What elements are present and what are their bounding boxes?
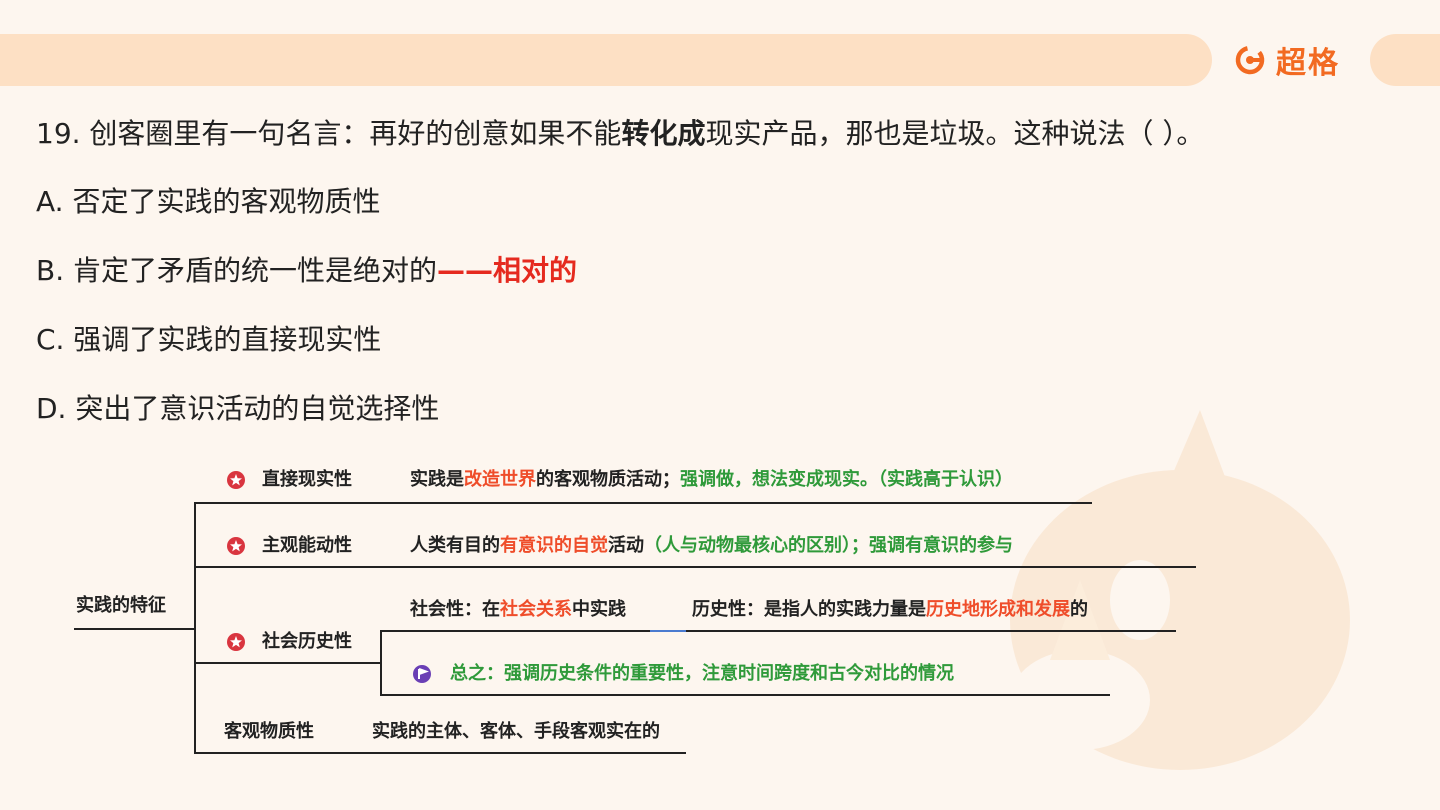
star-badge-icon xyxy=(227,537,245,555)
mindmap-root: 实践的特征 xyxy=(76,595,166,616)
branch-objective-material-detail: 实践的主体、客体、手段客观实在的 xyxy=(372,721,660,742)
brand-logo: 超格 xyxy=(1234,42,1340,81)
sociality-line xyxy=(380,630,1176,632)
branch-direct-reality-detail: 实践是改造世界的客观物质活动；强调做，想法变成现实。（实践高于认识） xyxy=(410,469,1013,490)
branch-objective-material: 客观物质性 xyxy=(224,721,314,742)
branch3-split-line xyxy=(380,630,382,696)
brand-name: 超格 xyxy=(1276,46,1340,81)
branch4-line xyxy=(194,752,686,754)
header-bar xyxy=(0,34,1212,86)
question-suffix: 现实产品，那也是垃圾。这种说法（ ）。 xyxy=(705,117,1205,150)
star-badge-icon xyxy=(227,633,245,651)
practice-mindmap: 实践的特征 直接现实性 实践是改造世界的客观物质活动；强调做，想法变成现实。（实… xyxy=(70,458,1196,760)
connector-highlight xyxy=(650,630,686,632)
option-a[interactable]: A. 否定了实践的客观物质性 xyxy=(36,184,380,220)
summary-flag-icon xyxy=(413,665,431,683)
header-bar-right xyxy=(1370,34,1440,86)
question-bold-phrase: 转化成 xyxy=(621,117,706,150)
option-d[interactable]: D. 突出了意识活动的自觉选择性 xyxy=(36,391,439,427)
option-c[interactable]: C. 强调了实践的直接现实性 xyxy=(36,322,381,358)
historical-summary: 总之：强调历史条件的重要性，注意时间跨度和古今对比的情况 xyxy=(450,663,954,684)
question-prefix: 19. 创客圈里有一句名言：再好的创意如果不能 xyxy=(36,117,622,150)
branch3-line xyxy=(194,662,382,664)
sociality-detail: 社会性：在社会关系中实践 xyxy=(410,599,626,620)
option-b[interactable]: B. 肯定了矛盾的统一性是绝对的——相对的 xyxy=(36,253,577,289)
option-b-text: B. 肯定了矛盾的统一性是绝对的 xyxy=(36,254,438,287)
question-stem: 19. 创客圈里有一句名言：再好的创意如果不能转化成现实产品，那也是垃圾。这种说… xyxy=(36,116,1204,152)
branch-social-historical: 社会历史性 xyxy=(262,631,352,652)
branch1-line xyxy=(194,502,1092,504)
star-badge-icon xyxy=(227,471,245,489)
chaoge-logo-icon xyxy=(1235,45,1265,75)
branch-direct-reality: 直接现实性 xyxy=(262,469,352,490)
root-line xyxy=(74,628,196,630)
branch-subjective-initiative: 主观能动性 xyxy=(262,535,352,556)
summary-line xyxy=(380,694,1110,696)
trunk-line xyxy=(194,502,196,754)
option-b-annotation: ——相对的 xyxy=(437,254,578,287)
historicity-detail: 历史性：是指人的实践力量是历史地形成和发展的 xyxy=(692,599,1088,620)
branch2-line xyxy=(194,566,1196,568)
branch-subjective-initiative-detail: 人类有目的有意识的自觉活动（人与动物最核心的区别）；强调有意识的参与 xyxy=(410,535,1013,556)
